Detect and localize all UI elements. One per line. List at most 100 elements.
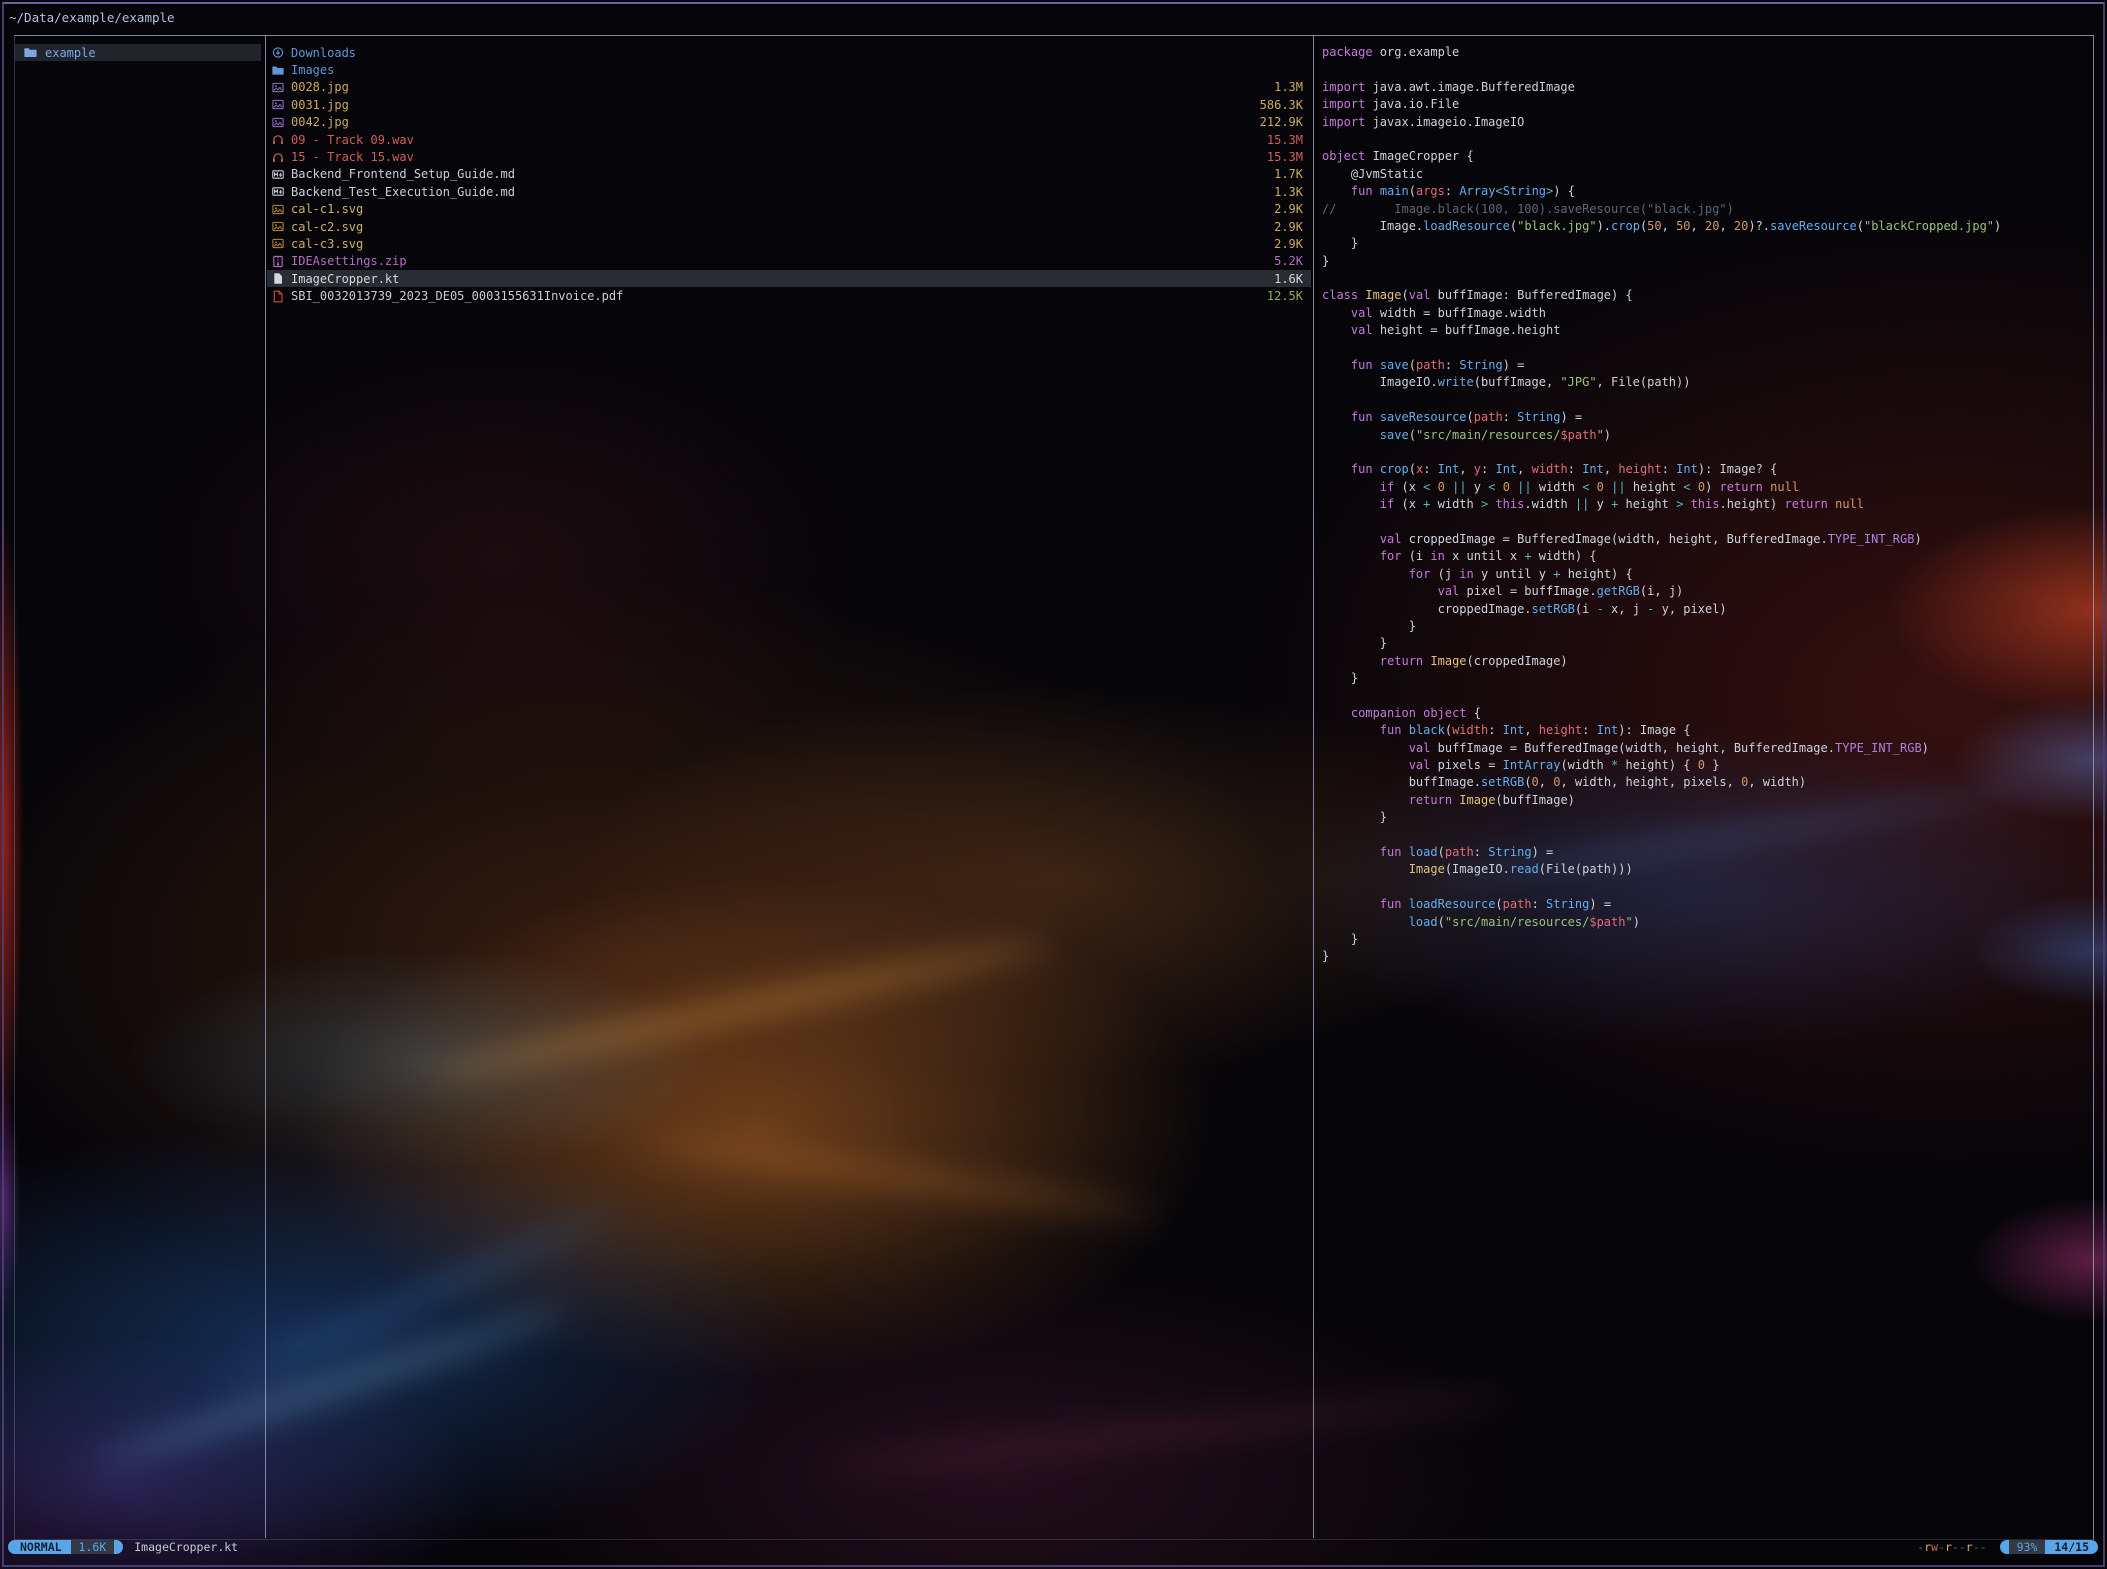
code-line: object ImageCropper {: [1322, 148, 2092, 165]
file-size: 586.3K: [1260, 98, 1303, 112]
file-row[interactable]: cal-c3.svg2.9K: [267, 235, 1311, 252]
file-size: 1.3M: [1274, 80, 1303, 94]
code-line: }: [1322, 809, 2092, 826]
permission-char: w: [1931, 1540, 1938, 1554]
zip-icon: [272, 255, 284, 268]
permission-char: -: [1980, 1540, 1987, 1554]
code-line: return Image(croppedImage): [1322, 653, 2092, 670]
code-line: }: [1322, 635, 2092, 652]
code-line: }: [1322, 670, 2092, 687]
file-size: 5.2K: [1274, 254, 1303, 268]
file-row[interactable]: 09 - Track 09.wav15.3M: [267, 131, 1311, 148]
code-line: [1322, 131, 2092, 148]
code-line: val buffImage = BufferedImage(width, hei…: [1322, 740, 2092, 757]
code-line: ImageIO.write(buffImage, "JPG", File(pat…: [1322, 374, 2092, 391]
file-size: 2.9K: [1274, 220, 1303, 234]
code-line: [1322, 514, 2092, 531]
code-line: buffImage.setRGB(0, 0, width, height, pi…: [1322, 774, 2092, 791]
scroll-percent: 93%: [2009, 1540, 2046, 1554]
parent-dir-item[interactable]: example: [15, 44, 261, 61]
code-line: fun loadResource(path: String) =: [1322, 896, 2092, 913]
cursor-position: 14/15: [2045, 1540, 2098, 1554]
file-size: 12.5K: [1267, 289, 1303, 303]
folder-icon: [272, 64, 284, 77]
folder-icon: [24, 46, 37, 59]
code-line: val width = buffImage.width: [1322, 305, 2092, 322]
file-row[interactable]: Downloads: [267, 44, 1311, 61]
code-line: // Image.black(100, 100).saveResource("b…: [1322, 201, 2092, 218]
file-row[interactable]: cal-c2.svg2.9K: [267, 218, 1311, 235]
code-line: val croppedImage = BufferedImage(width, …: [1322, 531, 2092, 548]
file-row[interactable]: ImageCropper.kt1.6K: [267, 270, 1311, 287]
code-line: [1322, 61, 2092, 78]
file-row[interactable]: cal-c1.svg2.9K: [267, 201, 1311, 218]
code-line: }: [1322, 253, 2092, 270]
file-name: IDEAsettings.zip: [291, 254, 1274, 268]
file-size: 1.6K: [1274, 272, 1303, 286]
image-icon: [272, 116, 284, 129]
code-line: fun main(args: Array<String>) {: [1322, 183, 2092, 200]
code-line: companion object {: [1322, 705, 2092, 722]
file-row[interactable]: 0028.jpg1.3M: [267, 79, 1311, 96]
code-line: import javax.imageio.ImageIO: [1322, 114, 2092, 131]
file-row[interactable]: Backend_Frontend_Setup_Guide.md1.7K: [267, 166, 1311, 183]
code-line: fun save(path: String) =: [1322, 357, 2092, 374]
file-name: 0028.jpg: [291, 80, 1274, 94]
preview-pane[interactable]: package org.example import java.awt.imag…: [1322, 44, 2092, 966]
code-line: [1322, 340, 2092, 357]
parent-directory-panel: example: [15, 44, 261, 61]
markdown-icon: [272, 185, 284, 198]
code-line: croppedImage.setRGB(i - x, j - y, pixel): [1322, 601, 2092, 618]
code-line: val pixels = IntArray(width * height) { …: [1322, 757, 2092, 774]
code-line: }: [1322, 235, 2092, 252]
code-line: fun black(width: Int, height: Int): Imag…: [1322, 722, 2092, 739]
file-name: cal-c1.svg: [291, 202, 1274, 216]
code-line: [1322, 444, 2092, 461]
svg-image-icon: [272, 220, 284, 233]
selected-file-size: 1.6K: [71, 1540, 115, 1554]
file-name: cal-c2.svg: [291, 220, 1274, 234]
file-size: 212.9K: [1260, 115, 1303, 129]
file-size: 1.3K: [1274, 185, 1303, 199]
permission-char: -: [1959, 1540, 1966, 1554]
code-line: fun load(path: String) =: [1322, 844, 2092, 861]
pdf-icon: [272, 290, 284, 303]
file-row[interactable]: 0031.jpg586.3K: [267, 96, 1311, 113]
code-line: if (x + width > this.width || y + height…: [1322, 496, 2092, 513]
code-line: [1322, 827, 2092, 844]
file-name: ImageCropper.kt: [291, 272, 1274, 286]
file-row[interactable]: SBI_0032013739_2023_DE05_0003155631Invoi…: [267, 287, 1311, 304]
image-icon: [272, 98, 284, 111]
file-row[interactable]: Backend_Test_Execution_Guide.md1.3K: [267, 183, 1311, 200]
permission-char: -: [1938, 1540, 1945, 1554]
file-row[interactable]: 0042.jpg212.9K: [267, 114, 1311, 131]
code-line: package org.example: [1322, 44, 2092, 61]
code-line: [1322, 270, 2092, 287]
status-left-cluster: NORMAL1.6K ImageCropper.kt: [8, 1540, 238, 1554]
code-line: [1322, 687, 2092, 704]
file-row[interactable]: IDEAsettings.zip5.2K: [267, 253, 1311, 270]
svg-image-icon: [272, 237, 284, 250]
file-name: 09 - Track 09.wav: [291, 133, 1267, 147]
svg-image-icon: [272, 203, 284, 216]
file-row[interactable]: 15 - Track 15.wav15.3M: [267, 148, 1311, 165]
file-size: 2.9K: [1274, 202, 1303, 216]
code-line: for (j in y until y + height) {: [1322, 566, 2092, 583]
code-line: Image(ImageIO.read(File(path))): [1322, 861, 2092, 878]
code-line: save("src/main/resources/$path"): [1322, 427, 2092, 444]
code-line: Image.loadResource("black.jpg").crop(50,…: [1322, 218, 2092, 235]
file-row[interactable]: Images: [267, 61, 1311, 78]
file-size: 1.7K: [1274, 167, 1303, 181]
code-line: load("src/main/resources/$path"): [1322, 914, 2092, 931]
file-name: 0042.jpg: [291, 115, 1260, 129]
permission-char: -: [1952, 1540, 1959, 1554]
permissions-text: -rw-r--r--: [1917, 1540, 1986, 1554]
mode-badge: NORMAL: [8, 1540, 71, 1554]
panel-divider-left: [265, 35, 266, 1538]
audio-icon: [272, 133, 284, 146]
code-line: val height = buffImage.height: [1322, 322, 2092, 339]
code-line: fun saveResource(path: String) =: [1322, 409, 2092, 426]
status-right-cluster: -rw-r--r-- 93%14/15: [1917, 1540, 2098, 1554]
permission-char: -: [1973, 1540, 1980, 1554]
code-line: [1322, 392, 2092, 409]
